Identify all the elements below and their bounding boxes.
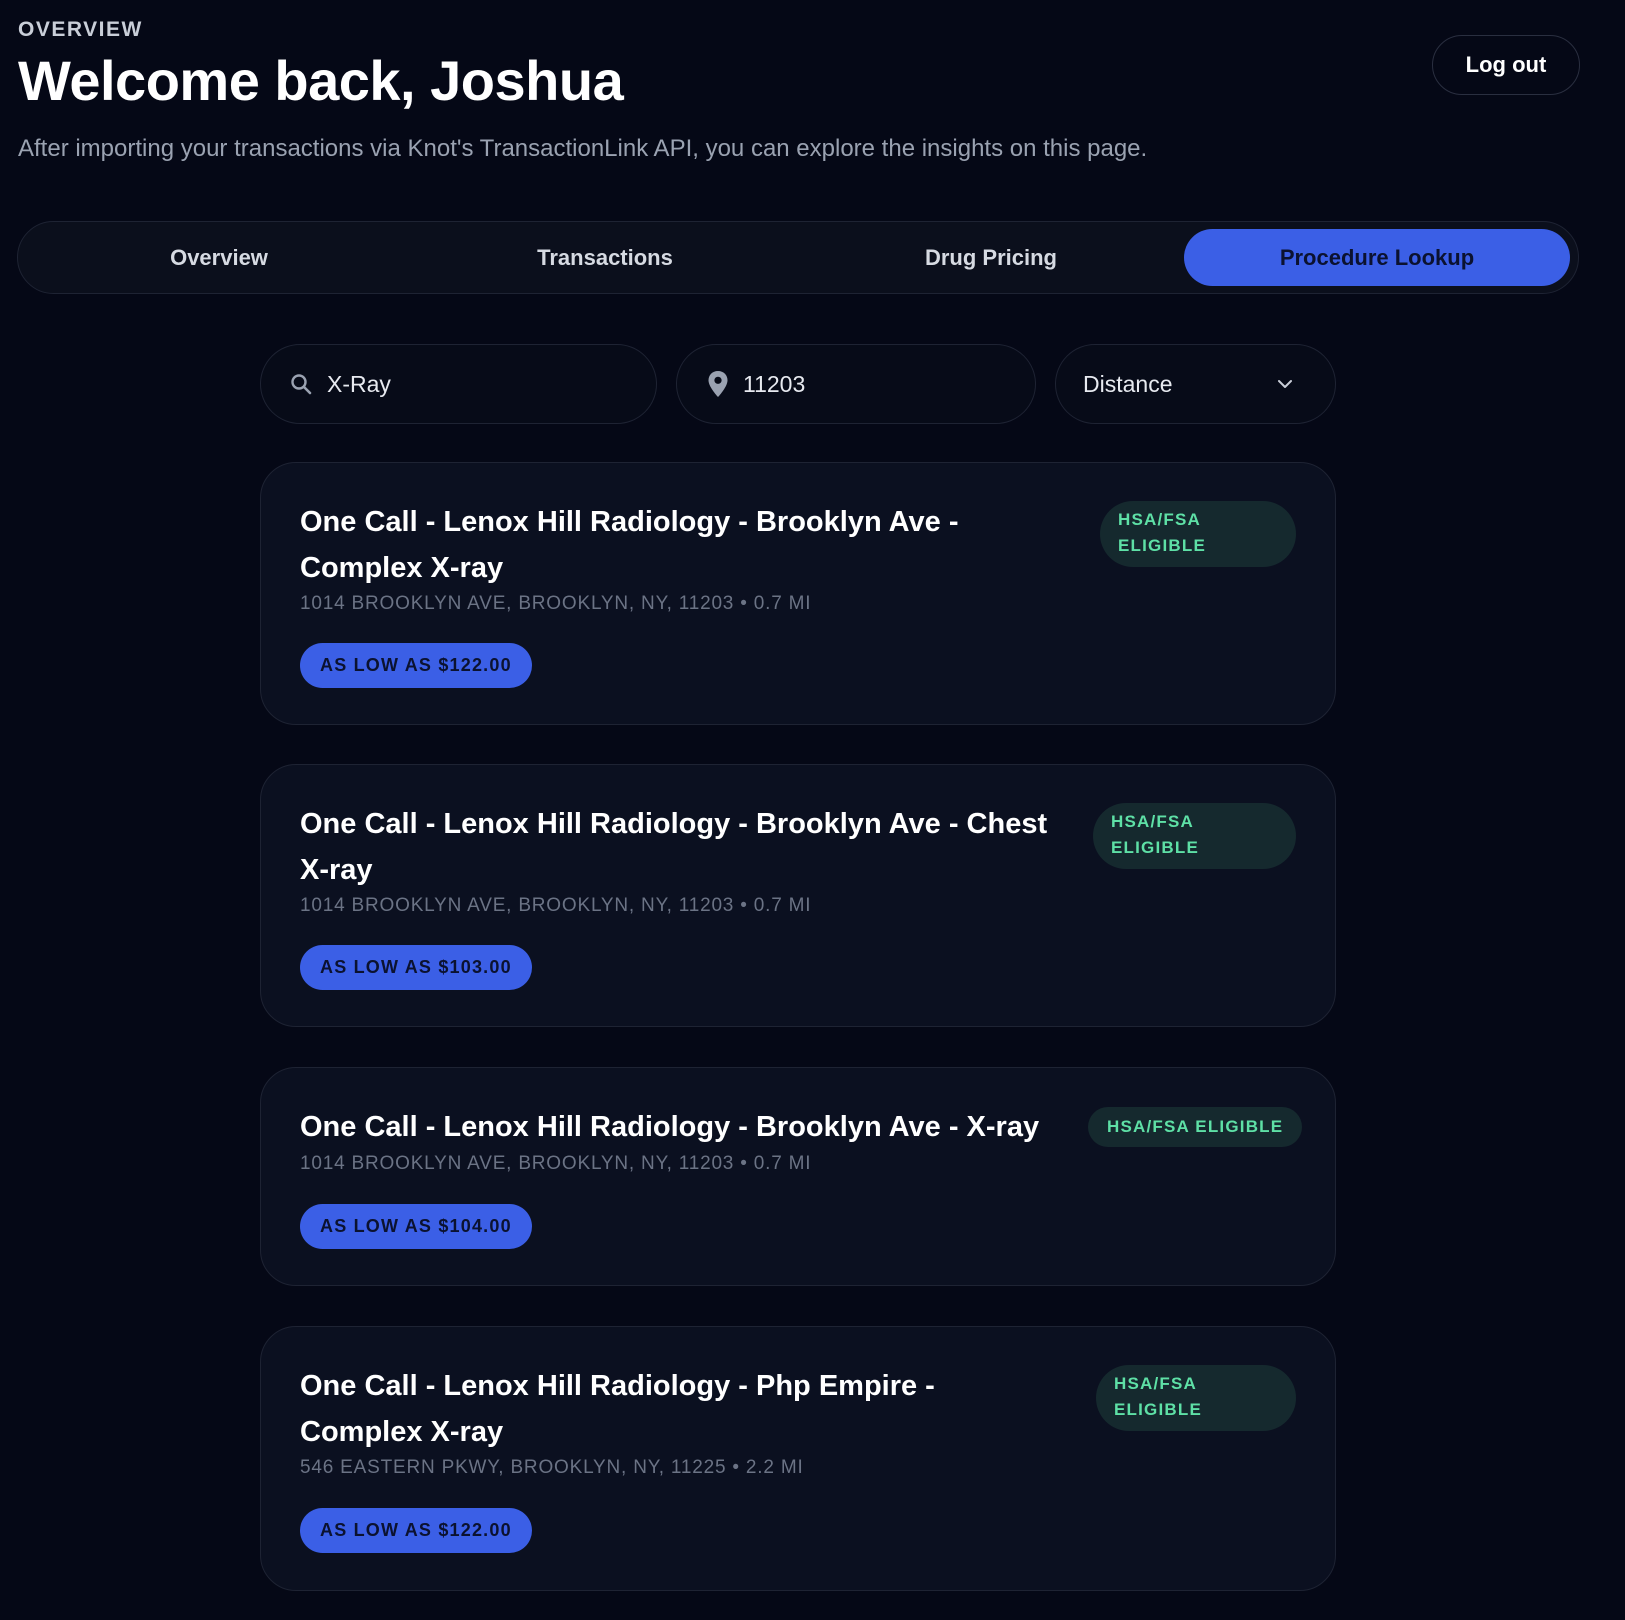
price-button[interactable]: AS LOW AS $122.00 [300, 643, 532, 688]
hsa-fsa-badge: HSA/FSA ELIGIBLE [1093, 803, 1296, 869]
result-card[interactable]: One Call - Lenox Hill Radiology - Brookl… [260, 1067, 1336, 1286]
result-card[interactable]: One Call - Lenox Hill Radiology - Brookl… [260, 462, 1336, 725]
sort-select-value: Distance [1083, 370, 1173, 397]
chevron-down-icon [1277, 379, 1293, 389]
tab-overview[interactable]: Overview [26, 229, 412, 286]
tab-bar: Overview Transactions Drug Pricing Proce… [17, 221, 1579, 294]
result-title: One Call - Lenox Hill Radiology - Php Em… [300, 1370, 935, 1448]
zip-code-value: 11203 [743, 370, 806, 397]
tab-drug-pricing[interactable]: Drug Pricing [798, 229, 1184, 286]
procedure-search-input[interactable]: X-Ray [260, 344, 657, 424]
hsa-fsa-badge: HSA/FSA ELIGIBLE [1096, 1365, 1296, 1431]
result-title: One Call - Lenox Hill Radiology - Brookl… [300, 808, 1048, 886]
map-pin-icon [707, 370, 729, 398]
result-address: 1014 BROOKLYN AVE, BROOKLYN, NY, 11203 •… [300, 593, 812, 614]
page-title: Welcome back, Joshua [18, 49, 624, 112]
price-button[interactable]: AS LOW AS $103.00 [300, 945, 532, 990]
result-title: One Call - Lenox Hill Radiology - Brookl… [300, 1111, 1040, 1143]
result-address: 1014 BROOKLYN AVE, BROOKLYN, NY, 11203 •… [300, 1153, 812, 1174]
page-eyebrow: OVERVIEW [18, 18, 143, 41]
result-address: 546 EASTERN PKWY, BROOKLYN, NY, 11225 • … [300, 1457, 804, 1478]
page-header: OVERVIEW Welcome back, Joshua After impo… [18, 18, 1578, 163]
search-icon [289, 372, 313, 396]
result-address: 1014 BROOKLYN AVE, BROOKLYN, NY, 11203 •… [300, 895, 812, 916]
zip-code-input[interactable]: 11203 [676, 344, 1036, 424]
search-controls: X-Ray 11203 Distance [260, 344, 1336, 424]
tab-procedure-lookup[interactable]: Procedure Lookup [1184, 229, 1570, 286]
logout-button[interactable]: Log out [1432, 35, 1580, 95]
price-button[interactable]: AS LOW AS $122.00 [300, 1508, 532, 1553]
price-button[interactable]: AS LOW AS $104.00 [300, 1204, 532, 1249]
result-card[interactable]: One Call - Lenox Hill Radiology - Php Em… [260, 1326, 1336, 1591]
hsa-fsa-badge: HSA/FSA ELIGIBLE [1088, 1107, 1303, 1147]
hsa-fsa-badge: HSA/FSA ELIGIBLE [1100, 501, 1296, 567]
tab-transactions[interactable]: Transactions [412, 229, 798, 286]
search-query-value: X-Ray [327, 370, 391, 397]
sort-select[interactable]: Distance [1055, 344, 1336, 424]
result-title: One Call - Lenox Hill Radiology - Brookl… [300, 506, 959, 584]
result-card[interactable]: One Call - Lenox Hill Radiology - Brookl… [260, 764, 1336, 1027]
page-subtitle: After importing your transactions via Kn… [18, 135, 1148, 162]
